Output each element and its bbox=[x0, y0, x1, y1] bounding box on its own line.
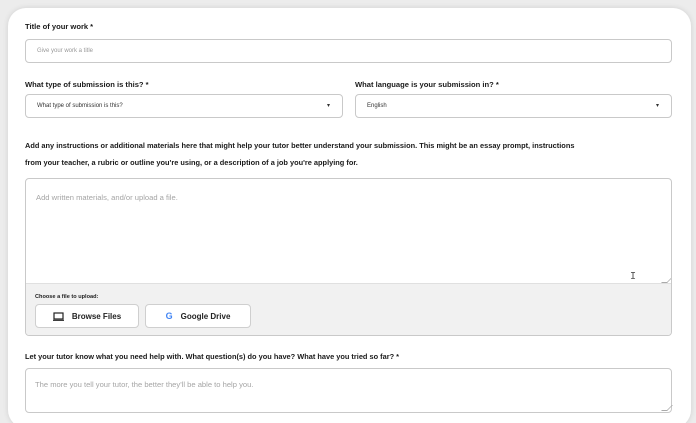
help-placeholder: The more you tell your tutor, the better… bbox=[35, 380, 254, 389]
resize-handle-icon[interactable] bbox=[661, 405, 673, 411]
title-input[interactable]: Give your work a title bbox=[25, 39, 672, 63]
browse-files-button[interactable]: Browse Files bbox=[35, 304, 139, 328]
monitor-icon bbox=[52, 311, 64, 321]
instructions-placeholder: Add written materials, and/or upload a f… bbox=[36, 193, 178, 202]
upload-label: Choose a file to upload: bbox=[35, 294, 99, 300]
submission-type-select[interactable]: What type of submission is this? ▾ bbox=[25, 94, 343, 118]
text-cursor-icon: I bbox=[630, 271, 637, 282]
help-textarea[interactable]: The more you tell your tutor, the better… bbox=[25, 368, 673, 413]
browse-files-label: Browse Files bbox=[71, 311, 122, 321]
instructions-upload-zone: Add written materials, and/or upload a f… bbox=[25, 178, 672, 336]
instructions-line-1: Add any instructions or additional mater… bbox=[25, 141, 575, 150]
google-drive-button[interactable]: G Google Drive bbox=[145, 304, 251, 328]
language-label: What language is your submission in? * bbox=[355, 80, 499, 89]
instructions-description: Add any instructions or additional mater… bbox=[25, 137, 675, 171]
google-icon: G bbox=[165, 311, 173, 321]
chevron-down-icon: ▾ bbox=[326, 103, 330, 109]
title-label: Title of your work * bbox=[25, 22, 94, 31]
upload-section: Choose a file to upload: Browse Files G … bbox=[26, 283, 671, 335]
submission-type-label: What type of submission is this? * bbox=[25, 80, 149, 89]
title-placeholder: Give your work a title bbox=[37, 48, 94, 54]
chevron-down-icon: ▾ bbox=[655, 103, 659, 109]
google-drive-label: Google Drive bbox=[180, 311, 231, 321]
instructions-textarea[interactable]: Add written materials, and/or upload a f… bbox=[26, 179, 671, 283]
help-label: Let your tutor know what you need help w… bbox=[25, 352, 400, 361]
language-select[interactable]: English ▾ bbox=[355, 94, 672, 118]
language-value: English bbox=[367, 103, 387, 109]
submission-type-value: What type of submission is this? bbox=[37, 103, 123, 109]
instructions-line-2: from your teacher, a rubric or outline y… bbox=[25, 158, 358, 167]
